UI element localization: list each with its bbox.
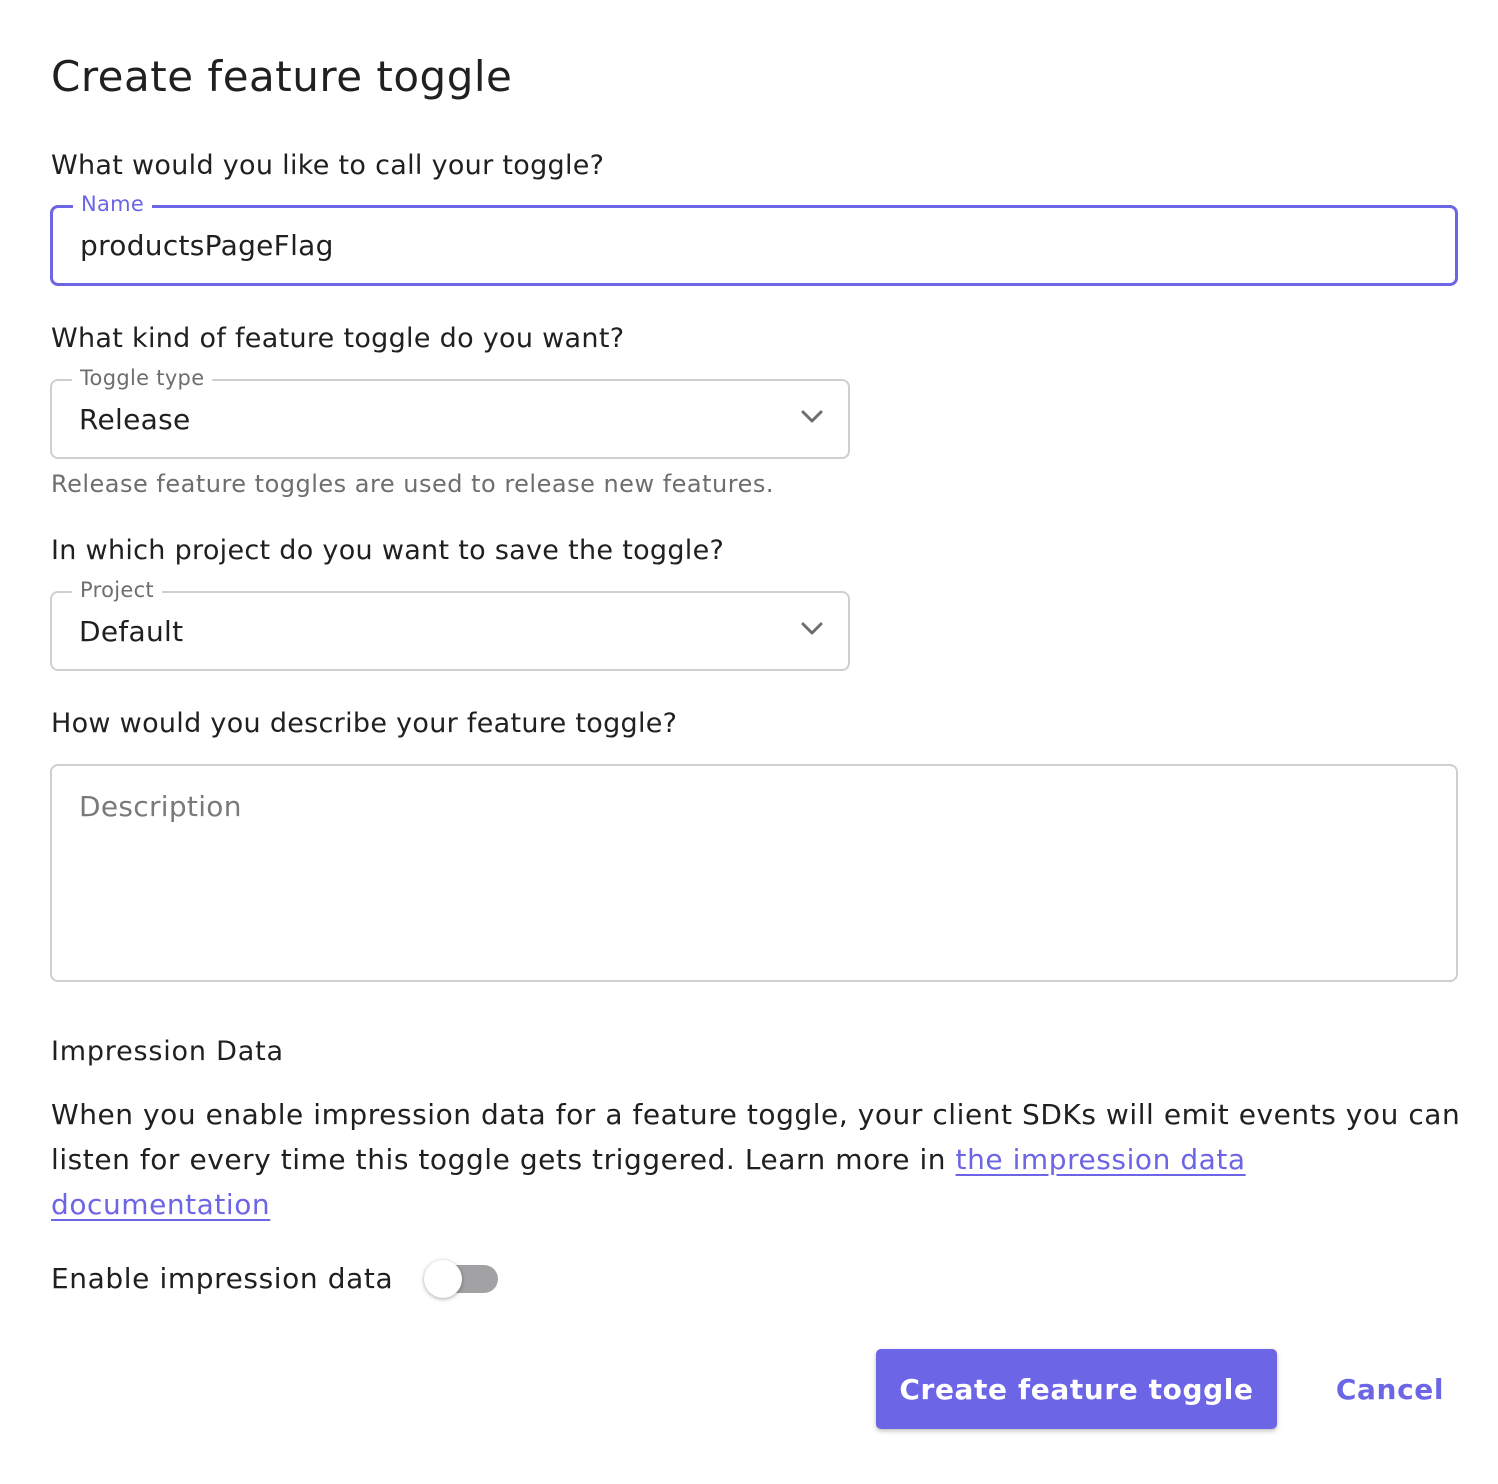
chevron-down-icon[interactable] [800,621,824,637]
impression-data-text: When you enable impression data for a fe… [51,1098,1461,1176]
toggle-type-helper: Release feature toggles are used to rele… [51,470,774,498]
toggle-type-label: Toggle type [72,366,213,390]
chevron-down-icon[interactable] [800,409,824,425]
toggle-type-value: Release [79,403,191,436]
description-placeholder: Description [79,790,242,823]
name-question: What would you like to call your toggle? [51,150,605,181]
impression-switch-thumb[interactable] [424,1260,462,1298]
cancel-button[interactable]: Cancel [1310,1349,1470,1429]
project-value: Default [79,615,184,648]
create-feature-toggle-button[interactable]: Create feature toggle [876,1349,1277,1429]
project-select[interactable]: Project Default [50,578,850,671]
name-input-value[interactable]: productsPageFlag [80,229,334,262]
enable-impression-label: Enable impression data [51,1262,394,1295]
impression-data-title: Impression Data [51,1036,284,1067]
project-question: In which project do you want to save the… [51,535,725,566]
type-question: What kind of feature toggle do you want? [51,323,625,354]
page-title: Create feature toggle [51,52,513,101]
description-textarea[interactable]: Description [50,764,1458,982]
impression-data-description: When you enable impression data for a fe… [51,1092,1461,1227]
description-question: How would you describe your feature togg… [51,708,678,739]
name-label: Name [73,192,153,216]
project-label: Project [72,578,162,602]
name-field[interactable]: Name productsPageFlag [50,192,1458,286]
toggle-type-select[interactable]: Toggle type Release [50,366,850,459]
